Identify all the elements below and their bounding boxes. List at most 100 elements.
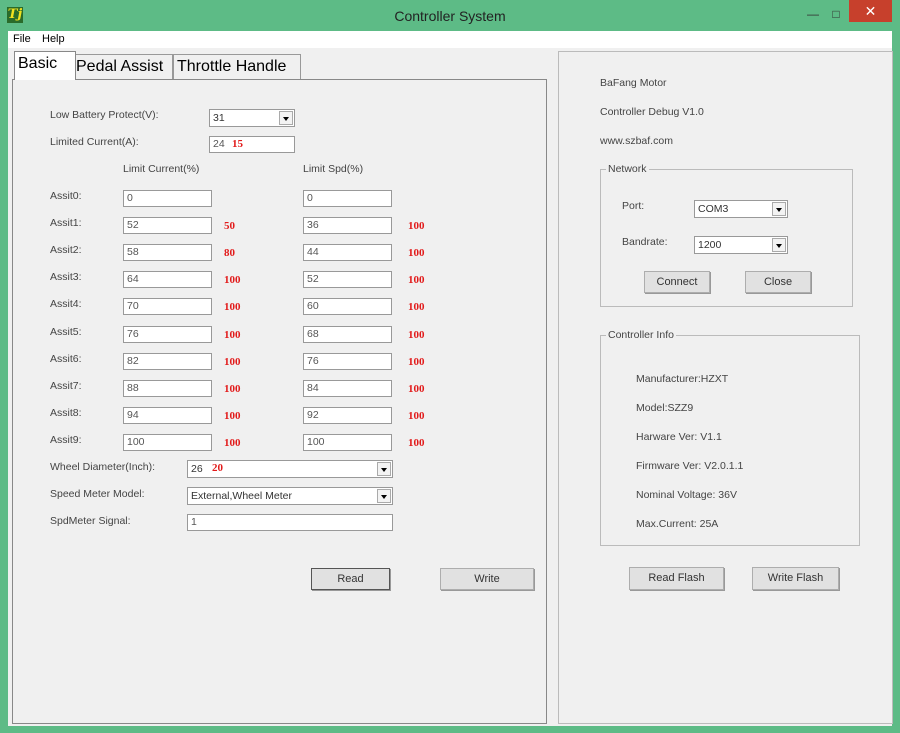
assist-current-input[interactable]: 58 bbox=[123, 244, 212, 261]
low-battery-value: 31 bbox=[213, 112, 225, 124]
port-label: Port: bbox=[622, 200, 645, 212]
connect-button[interactable]: Connect bbox=[644, 271, 710, 293]
low-battery-select[interactable]: 31 bbox=[209, 109, 295, 127]
assist-current-input[interactable]: 94 bbox=[123, 407, 212, 424]
assist-current-note: 100 bbox=[224, 274, 241, 286]
assist-speed-note: 100 bbox=[408, 437, 425, 449]
window-title: Controller System bbox=[394, 8, 506, 24]
low-battery-label: Low Battery Protect(V): bbox=[50, 109, 159, 121]
assist-current-input[interactable]: 64 bbox=[123, 271, 212, 288]
assist-current-input[interactable]: 70 bbox=[123, 298, 212, 315]
speed-meter-select[interactable]: External,Wheel Meter bbox=[187, 487, 393, 505]
limit-current-header: Limit Current(%) bbox=[123, 163, 200, 175]
port-value: COM3 bbox=[698, 203, 729, 215]
tab-pedal-assist[interactable]: Pedal Assist bbox=[72, 54, 173, 79]
assist-current-note: 50 bbox=[224, 220, 235, 232]
close-icon[interactable]: ✕ bbox=[849, 0, 892, 22]
assist-current-note: 100 bbox=[224, 437, 241, 449]
chevron-down-icon[interactable] bbox=[377, 489, 391, 503]
menu-file[interactable]: File bbox=[13, 31, 31, 48]
assist-current-input[interactable]: 0 bbox=[123, 190, 212, 207]
assist-current-note: 100 bbox=[224, 410, 241, 422]
assist-speed-note: 100 bbox=[408, 329, 425, 341]
firmware-version-text: Firmware Ver: V2.0.1.1 bbox=[636, 460, 744, 472]
write-button[interactable]: Write bbox=[440, 568, 534, 590]
website-text: www.szbaf.com bbox=[600, 135, 673, 147]
maximize-icon[interactable]: □ bbox=[829, 4, 843, 24]
assist-speed-input[interactable]: 52 bbox=[303, 271, 392, 288]
assist-speed-input[interactable]: 60 bbox=[303, 298, 392, 315]
assist-current-input[interactable]: 88 bbox=[123, 380, 212, 397]
chevron-down-icon[interactable] bbox=[772, 238, 786, 252]
assist-speed-input[interactable]: 92 bbox=[303, 407, 392, 424]
assist-speed-input[interactable]: 84 bbox=[303, 380, 392, 397]
speed-meter-value: External,Wheel Meter bbox=[191, 490, 292, 502]
assist-label: Assit3: bbox=[50, 271, 82, 283]
chevron-down-icon[interactable] bbox=[772, 202, 786, 216]
assist-current-note: 100 bbox=[224, 356, 241, 368]
baud-value: 1200 bbox=[698, 239, 722, 251]
speed-meter-label: Speed Meter Model: bbox=[50, 488, 145, 500]
assist-speed-note: 100 bbox=[408, 383, 425, 395]
assist-speed-input[interactable]: 0 bbox=[303, 190, 392, 207]
nominal-voltage-text: Nominal Voltage: 36V bbox=[636, 489, 737, 501]
assist-speed-note: 100 bbox=[408, 301, 425, 313]
assist-label: Assit7: bbox=[50, 380, 82, 392]
tab-throttle-handle[interactable]: Throttle Handle bbox=[173, 54, 301, 79]
model-text: Model:SZZ9 bbox=[636, 402, 694, 414]
assist-label: Assit8: bbox=[50, 407, 82, 419]
assist-speed-note: 100 bbox=[408, 247, 425, 259]
limited-current-input[interactable]: 24 bbox=[209, 136, 295, 153]
manufacturer-text: Manufacturer:HZXT bbox=[636, 373, 729, 385]
assist-current-note: 100 bbox=[224, 383, 241, 395]
minimize-icon[interactable]: — bbox=[806, 4, 820, 24]
tab-basic[interactable]: Basic bbox=[14, 51, 76, 80]
baud-label: Bandrate: bbox=[622, 236, 668, 248]
assist-label: Assit4: bbox=[50, 298, 82, 310]
spd-signal-input[interactable]: 1 bbox=[187, 514, 393, 531]
assist-label: Assit9: bbox=[50, 434, 82, 446]
spd-signal-value: 1 bbox=[191, 516, 197, 528]
wheel-diameter-label: Wheel Diameter(Inch): bbox=[50, 461, 156, 473]
close-port-button[interactable]: Close bbox=[745, 271, 811, 293]
assist-speed-note: 100 bbox=[408, 410, 425, 422]
assist-current-input[interactable]: 100 bbox=[123, 434, 212, 451]
assist-current-input[interactable]: 52 bbox=[123, 217, 212, 234]
assist-label: Assit6: bbox=[50, 353, 82, 365]
hardware-version-text: Harware Ver: V1.1 bbox=[636, 431, 722, 443]
assist-label: Assit5: bbox=[50, 326, 82, 338]
assist-speed-input[interactable]: 36 bbox=[303, 217, 392, 234]
assist-speed-input[interactable]: 76 bbox=[303, 353, 392, 370]
port-select[interactable]: COM3 bbox=[694, 200, 788, 218]
assist-label: Assit0: bbox=[50, 190, 82, 202]
menu-bar bbox=[8, 31, 892, 48]
write-flash-button[interactable]: Write Flash bbox=[752, 567, 839, 590]
assist-speed-input[interactable]: 44 bbox=[303, 244, 392, 261]
debug-version-text: Controller Debug V1.0 bbox=[600, 106, 704, 118]
max-current-text: Max.Current: 25A bbox=[636, 518, 719, 530]
chevron-down-icon[interactable] bbox=[279, 111, 293, 125]
tab-strip-line bbox=[12, 79, 545, 80]
brand-text: BaFang Motor bbox=[600, 77, 667, 89]
assist-speed-input[interactable]: 100 bbox=[303, 434, 392, 451]
spd-signal-label: SpdMeter Signal: bbox=[50, 515, 131, 527]
assist-speed-note: 100 bbox=[408, 274, 425, 286]
read-flash-button[interactable]: Read Flash bbox=[629, 567, 724, 590]
controller-info-title: Controller Info bbox=[606, 329, 676, 341]
menu-help[interactable]: Help bbox=[42, 31, 65, 48]
read-button[interactable]: Read bbox=[311, 568, 390, 590]
assist-speed-note: 100 bbox=[408, 356, 425, 368]
assist-current-input[interactable]: 82 bbox=[123, 353, 212, 370]
network-group-title: Network bbox=[606, 163, 649, 175]
chevron-down-icon[interactable] bbox=[377, 462, 391, 476]
baud-select[interactable]: 1200 bbox=[694, 236, 788, 254]
assist-speed-note: 100 bbox=[408, 220, 425, 232]
assist-label: Assit1: bbox=[50, 217, 82, 229]
assist-current-input[interactable]: 76 bbox=[123, 326, 212, 343]
limited-current-label: Limited Current(A): bbox=[50, 136, 139, 148]
assist-current-note: 100 bbox=[224, 301, 241, 313]
assist-current-note: 100 bbox=[224, 329, 241, 341]
limit-speed-header: Limit Spd(%) bbox=[303, 163, 364, 175]
limited-current-value: 24 bbox=[213, 138, 225, 150]
assist-speed-input[interactable]: 68 bbox=[303, 326, 392, 343]
